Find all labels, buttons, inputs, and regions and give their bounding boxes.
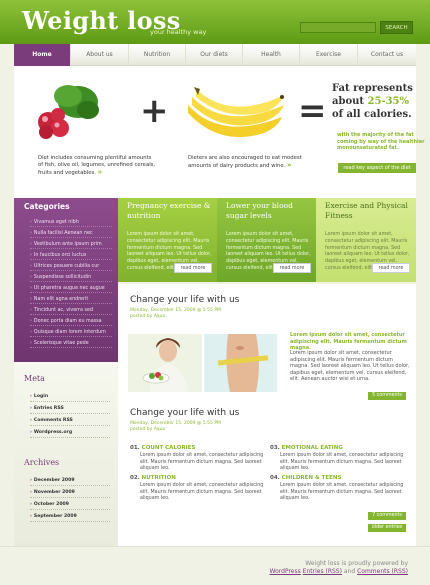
main-content: Change your life with us Monday, Decembe… xyxy=(118,284,416,546)
search-button[interactable]: SEARCH xyxy=(380,21,413,34)
list-item-title[interactable]: 02. NUTRITION xyxy=(130,475,176,481)
entries-rss-link[interactable]: Entries (RSS) xyxy=(303,568,342,575)
tagline: your healthy way xyxy=(150,28,207,36)
archive-link[interactable]: November 2009 xyxy=(30,488,110,498)
post-title[interactable]: Change your life with us xyxy=(130,408,239,418)
archive-link[interactable]: December 2009 xyxy=(30,476,110,486)
equals-sign: = xyxy=(298,91,327,131)
archive-link[interactable]: September 2009 xyxy=(30,512,110,522)
banana-image xyxy=(188,87,284,138)
list-item-title[interactable]: 04. CHILDREN & TEENS xyxy=(270,475,341,481)
hero-subtitle: with the majority of the fat coming by w… xyxy=(337,132,425,151)
category-item[interactable]: Donec porta diam eu massa xyxy=(30,317,112,326)
category-item[interactable]: Ut pharetra augue nec augue xyxy=(30,284,112,293)
nav-exercise[interactable]: Exercise xyxy=(300,44,358,66)
waist-measure-photo xyxy=(204,334,277,392)
nav-contact-us[interactable]: Contact us xyxy=(358,44,416,66)
category-item[interactable]: Quisque diam lorem interdum xyxy=(30,328,112,337)
read-more-button[interactable]: read more xyxy=(372,263,410,273)
post-author: posted by Aqua xyxy=(130,314,166,319)
archives-title: Archives xyxy=(24,458,60,467)
categories-title: Categories xyxy=(24,202,70,211)
search-input[interactable] xyxy=(300,22,376,33)
sidebar: Meta Login Entries RSS Comments RSS Word… xyxy=(14,362,118,546)
feature-box-blood-sugar: Lower your blood sugar levels Lorem ipsu… xyxy=(217,198,316,282)
categories-panel: Categories Vivamus eget nibh Nulla facil… xyxy=(14,198,118,362)
feature-box-exercise: Exercise and Physical Fitness Lorem ipsu… xyxy=(316,198,416,282)
category-item[interactable]: Nulla facilisi Aenean nec xyxy=(30,229,112,238)
category-item[interactable]: In faucibus orci luctus xyxy=(30,251,112,260)
header: Weight loss your healthy way SEARCH xyxy=(0,0,430,44)
meta-link[interactable]: Comments RSS xyxy=(30,416,110,426)
woman-salad-photo xyxy=(128,334,202,392)
hero-title: Fat represents about 25-35% of all calor… xyxy=(332,83,413,120)
category-item[interactable]: Ultrices posuere cubilia cur xyxy=(30,262,112,271)
meta-link[interactable]: Wordpress.org xyxy=(30,428,110,438)
meta-link[interactable]: Entries RSS xyxy=(30,404,110,414)
diet-text-2: Dieters are also encouraged to eat modes… xyxy=(188,155,302,169)
footer: Weight loss is proudly powered by WordPr… xyxy=(0,546,430,585)
radish-image xyxy=(38,85,99,139)
category-item[interactable]: Nam elit agna endrerit xyxy=(30,295,112,304)
post-title[interactable]: Change your life with us xyxy=(130,295,239,305)
main-nav: Home About us Nutrition Our diets Health… xyxy=(14,44,416,66)
features-row: Categories Vivamus eget nibh Nulla facil… xyxy=(14,198,416,362)
nav-about-us[interactable]: About us xyxy=(71,44,129,66)
archive-link[interactable]: October 2009 xyxy=(30,500,110,510)
footer-and: and xyxy=(343,568,356,575)
list-item-text: Lorem ipsum dolor sit amet, consectetur … xyxy=(140,453,264,471)
read-more-button[interactable]: read more xyxy=(273,263,311,273)
list-item-text: Lorem ipsum dolor sit amet, consectetur … xyxy=(280,483,404,501)
footer-links: WordPress Entries (RSS) and Comments (RS… xyxy=(270,568,408,575)
nav-nutrition[interactable]: Nutrition xyxy=(129,44,186,66)
post-body: Lorem ipsum dolor sit amet, consectetur … xyxy=(290,350,410,383)
list-item-text: Lorem ipsum dolor sit amet, consectetur … xyxy=(280,453,404,471)
nav-home[interactable]: Home xyxy=(14,44,71,66)
feature-title[interactable]: Exercise and Physical Fitness xyxy=(325,201,411,221)
feature-box-pregnancy: Pregnancy exercise & nutrition Lorem ips… xyxy=(118,198,217,282)
list-item-title[interactable]: 01. COUNT CALORIES xyxy=(130,445,195,451)
diet-text-1: Diet includes consuming plentiful amount… xyxy=(38,155,156,176)
read-more-button[interactable]: read more xyxy=(174,263,212,273)
plus-sign: + xyxy=(140,91,169,131)
comments-button[interactable]: 7 comments xyxy=(368,512,406,520)
feature-title[interactable]: Pregnancy exercise & nutrition xyxy=(127,201,213,221)
hero-banner: + = Fat represents about 25-35% of all c… xyxy=(14,66,425,198)
comments-button[interactable]: 5 comments xyxy=(368,392,406,400)
category-item[interactable]: Suspendisse sollicitudin xyxy=(30,273,112,282)
older-entries-button[interactable]: older entries xyxy=(368,524,406,532)
nav-our-diets[interactable]: Our diets xyxy=(186,44,243,66)
category-item[interactable]: Scelerisque vitae pede xyxy=(30,339,112,348)
wordpress-link[interactable]: WordPress xyxy=(270,568,301,575)
comments-rss-link[interactable]: Comments (RSS) xyxy=(357,568,408,575)
meta-title: Meta xyxy=(24,374,45,383)
read-key-button[interactable]: read key aspect of the diet xyxy=(338,163,416,173)
footer-powered: Weight loss is proudly powered by xyxy=(305,560,408,567)
feature-title[interactable]: Lower your blood sugar levels xyxy=(226,201,312,221)
nav-health[interactable]: Health xyxy=(243,44,300,66)
post-lead: Lorem ipsum dolor sit amet, consectetur … xyxy=(290,332,407,352)
category-item[interactable]: Tincidunt ac, viverra sed xyxy=(30,306,112,315)
list-item-title[interactable]: 03. EMOTIONAL EATING xyxy=(270,445,343,451)
category-item[interactable]: Vivamus eget nibh xyxy=(30,218,112,227)
post-author: posted by Aqua xyxy=(130,427,166,432)
meta-link[interactable]: Login xyxy=(30,392,110,402)
list-item-text: Lorem ipsum dolor sit amet, consectetur … xyxy=(140,483,264,501)
category-item[interactable]: Vestibulum ante ipsum prim xyxy=(30,240,112,249)
